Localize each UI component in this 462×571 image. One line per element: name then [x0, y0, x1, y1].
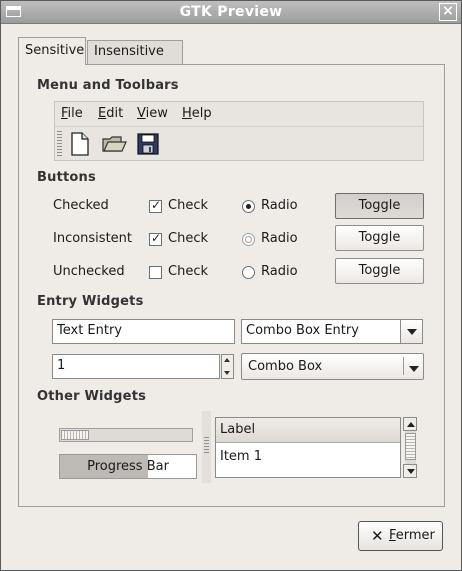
- combo-entry-dropdown-button[interactable]: [400, 319, 423, 344]
- row-label-unchecked: Unchecked: [53, 264, 125, 279]
- menu-edit[interactable]: Edit: [98, 106, 123, 121]
- toggle-button-unchecked[interactable]: Toggle: [335, 258, 424, 284]
- spin-up-icon[interactable]: [224, 358, 230, 362]
- menu-file-label: File: [61, 106, 83, 121]
- radio-unchecked[interactable]: [242, 266, 255, 279]
- menu-edit-label: Edit: [98, 106, 124, 121]
- menu-view-label: View: [137, 106, 168, 121]
- row-label-checked: Checked: [53, 198, 109, 213]
- row-label-inconsistent: Inconsistent: [53, 231, 133, 246]
- tree-view[interactable]: Label Item 1: [215, 417, 401, 478]
- spin-button-entry[interactable]: 1: [52, 354, 220, 379]
- notebook-page: Menu and Toolbars File Edit View Help Bu…: [18, 64, 445, 507]
- scroll-up-button[interactable]: [403, 417, 417, 431]
- radio-inconsistent-icon: [245, 236, 252, 243]
- gtk-preview-window: GTK Preview × Sensitive Insensitive Menu…: [0, 0, 462, 571]
- radio-label: Radio: [261, 264, 298, 279]
- toolbar: [55, 126, 423, 160]
- close-icon: ✕: [371, 527, 384, 545]
- progress-bar: Progress Bar: [59, 454, 197, 479]
- section-title-entries: Entry Widgets: [37, 294, 144, 309]
- check-label: Check: [168, 198, 208, 213]
- menu-file[interactable]: File: [61, 106, 83, 121]
- new-document-icon: [71, 132, 89, 156]
- combo-box-entry[interactable]: Combo Box Entry: [241, 319, 401, 344]
- scroll-down-button[interactable]: [403, 464, 417, 478]
- section-title-buttons: Buttons: [37, 170, 96, 185]
- close-dialog-button[interactable]: ✕ Fermer: [358, 521, 443, 551]
- section-title-menus: Menu and Toolbars: [37, 78, 179, 93]
- toggle-button-inconsistent[interactable]: Toggle: [335, 225, 424, 251]
- window-title: GTK Preview: [179, 4, 283, 20]
- title-bar[interactable]: GTK Preview ×: [1, 1, 461, 24]
- toggle-button-checked[interactable]: Toggle: [335, 193, 424, 219]
- save-button[interactable]: [135, 131, 161, 157]
- check-checked[interactable]: ✓: [149, 198, 162, 213]
- chevron-down-icon: [407, 469, 415, 474]
- tab-sensitive[interactable]: Sensitive: [18, 37, 86, 65]
- menu-view[interactable]: View: [137, 106, 168, 121]
- section-title-other: Other Widgets: [37, 389, 147, 404]
- radio-label: Radio: [261, 231, 298, 246]
- radio-label: Radio: [261, 198, 298, 213]
- progress-label: Progress Bar: [87, 459, 169, 474]
- check-unchecked[interactable]: [149, 266, 162, 279]
- combo-box-separator: [403, 357, 404, 375]
- tree-column-header[interactable]: Label: [216, 418, 400, 443]
- chevron-up-icon: [407, 422, 415, 427]
- text-entry[interactable]: Text Entry: [52, 319, 235, 344]
- menu-help-label: Help: [182, 106, 212, 121]
- scroll-thumb[interactable]: [405, 433, 416, 460]
- scroll-trough[interactable]: [405, 431, 416, 464]
- open-folder-icon: [102, 136, 127, 152]
- radio-inconsistent[interactable]: [242, 233, 255, 246]
- radio-checked[interactable]: [242, 200, 255, 213]
- spin-down-icon[interactable]: [224, 371, 230, 375]
- close-dialog-label: Fermer: [389, 528, 435, 543]
- scale-slider-knob[interactable]: [61, 430, 89, 440]
- check-label: Check: [168, 231, 208, 246]
- horizontal-scale[interactable]: [59, 428, 193, 442]
- checkmark-icon: ✓: [151, 231, 162, 245]
- chevron-down-icon: [409, 366, 419, 372]
- new-document-button[interactable]: [67, 131, 93, 157]
- combo-box-value: Combo Box: [248, 359, 323, 374]
- menu-toolbar-box: File Edit View Help: [54, 101, 424, 161]
- save-floppy-icon: [137, 133, 159, 155]
- tab-insensitive[interactable]: Insensitive: [87, 40, 183, 65]
- chevron-down-icon: [407, 329, 417, 335]
- spin-button-arrows[interactable]: [221, 354, 234, 379]
- vertical-scrollbar[interactable]: [403, 417, 418, 478]
- menubar: File Edit View Help: [55, 102, 423, 126]
- radio-dot-icon: [246, 204, 251, 209]
- close-icon: ×: [442, 3, 454, 19]
- check-label: Check: [168, 264, 208, 279]
- open-folder-button[interactable]: [101, 131, 127, 157]
- menu-help[interactable]: Help: [182, 106, 212, 121]
- toolbar-grip-handle[interactable]: [57, 131, 62, 157]
- check-inconsistent[interactable]: ✓: [149, 231, 162, 246]
- paned-handle[interactable]: [202, 411, 211, 483]
- checkmark-icon: ✓: [151, 198, 162, 212]
- window-close-button[interactable]: ×: [439, 3, 457, 21]
- tree-row[interactable]: Item 1: [220, 449, 262, 464]
- combo-box[interactable]: Combo Box: [241, 353, 424, 380]
